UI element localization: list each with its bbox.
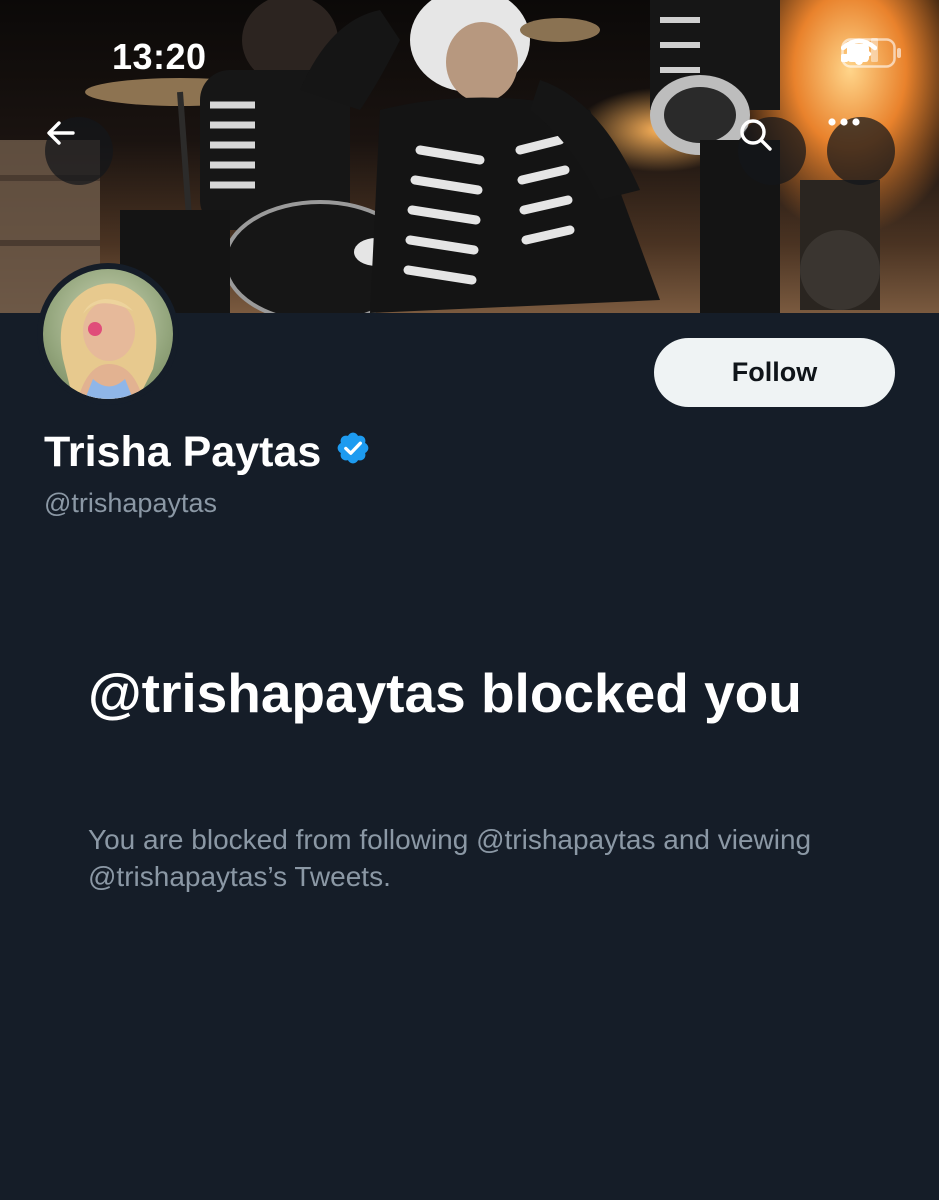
- more-horizontal-icon: [828, 118, 860, 126]
- follow-button[interactable]: Follow: [654, 338, 895, 407]
- search-button[interactable]: [738, 117, 806, 185]
- blocked-title: @trishapaytas blocked you: [88, 662, 802, 724]
- search-icon: [740, 119, 772, 151]
- profile-name-row: Trisha Paytas: [44, 428, 371, 477]
- profile-banner[interactable]: 13:20: [0, 0, 939, 313]
- verified-badge-icon: [335, 428, 371, 477]
- blocked-description: You are blocked from following @trishapa…: [88, 824, 812, 892]
- arrow-left-icon: [47, 121, 75, 145]
- profile-avatar[interactable]: [37, 263, 179, 405]
- back-button[interactable]: [45, 117, 113, 185]
- status-time: 13:20: [112, 36, 207, 77]
- display-name: Trisha Paytas: [44, 428, 322, 476]
- more-options-button[interactable]: [827, 117, 895, 185]
- avatar-photo: [43, 269, 173, 399]
- profile-handle: @trishapaytas: [44, 488, 217, 518]
